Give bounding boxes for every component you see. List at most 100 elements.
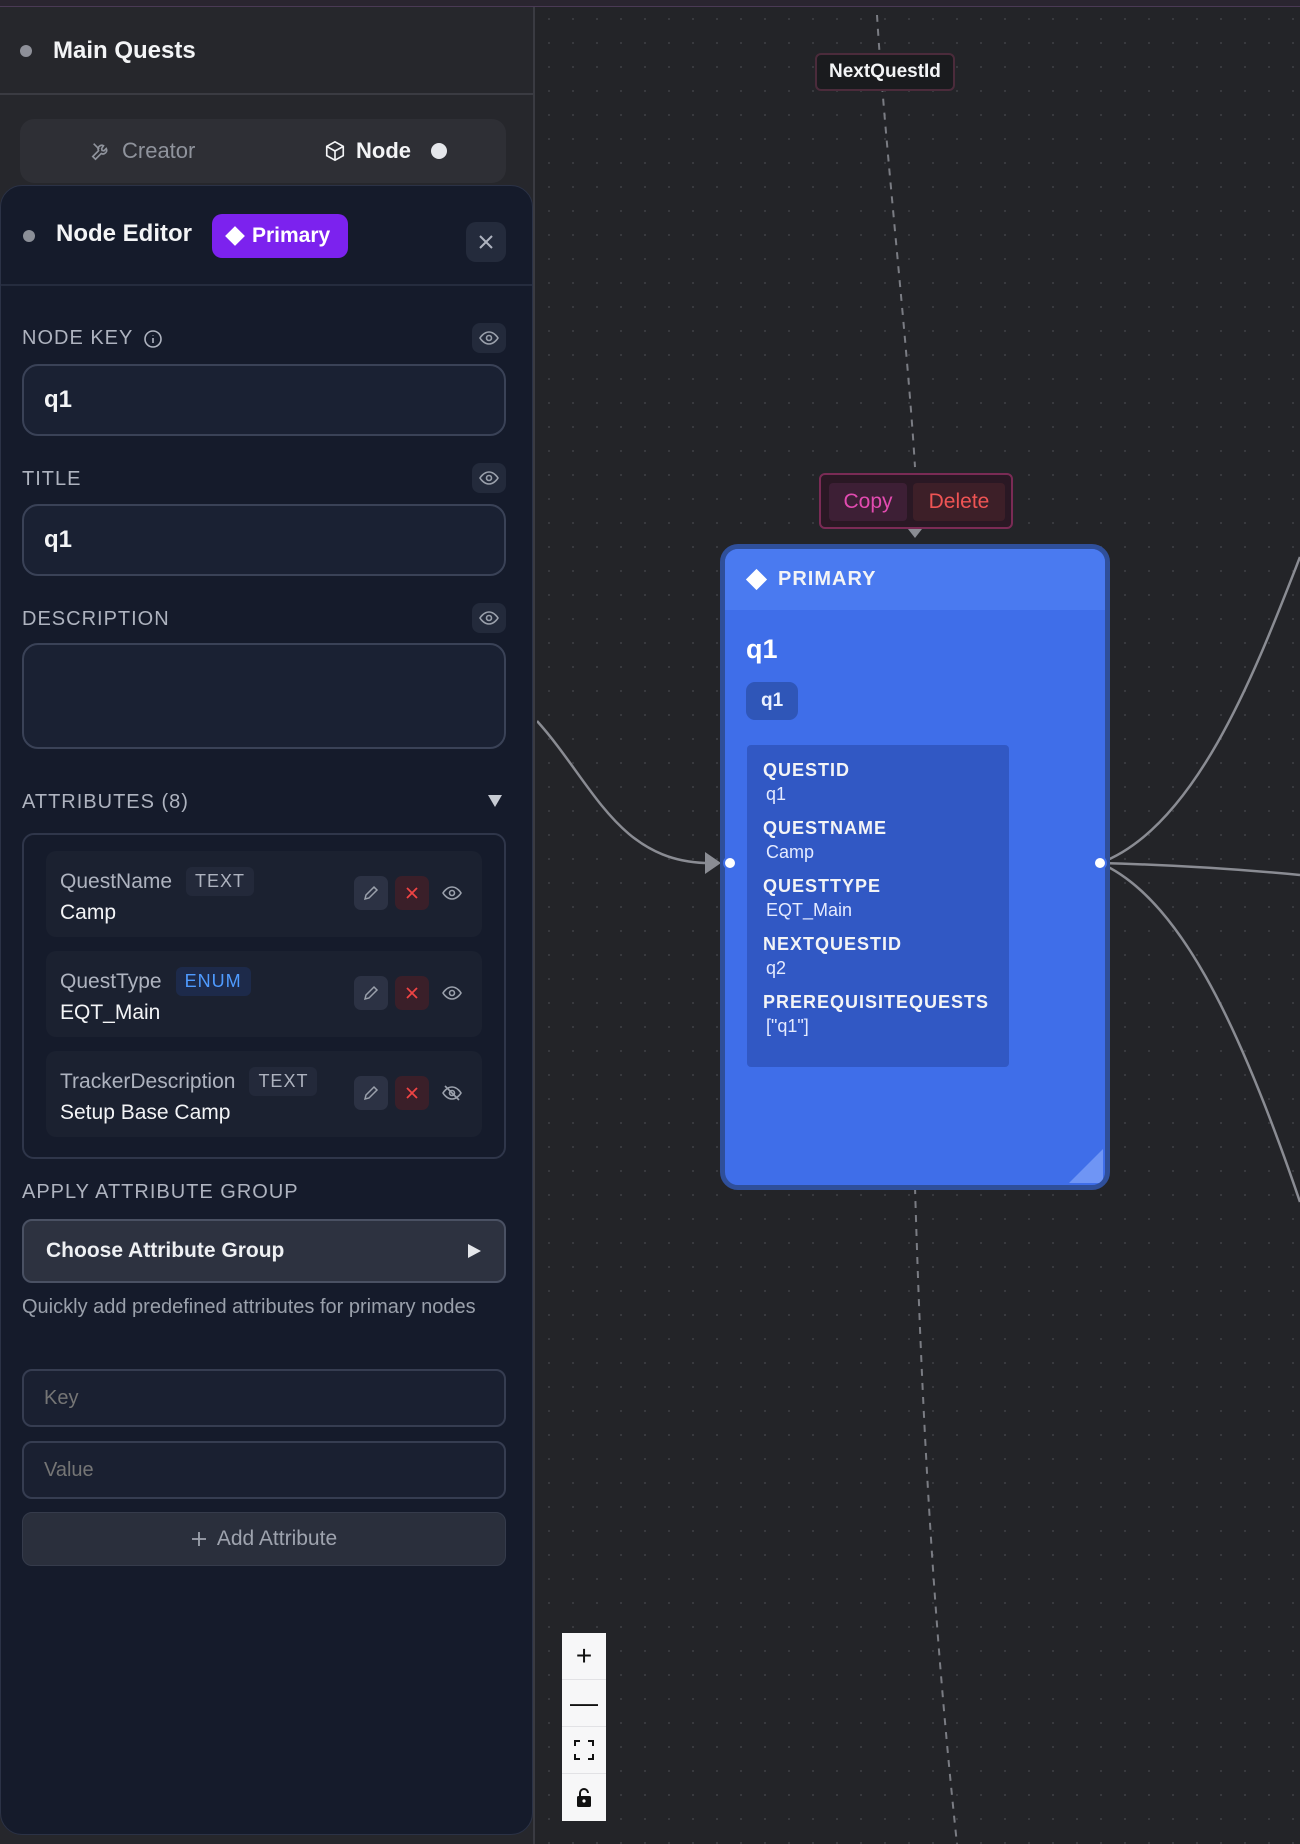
target-handle[interactable] <box>723 856 737 870</box>
edit-attribute-button[interactable] <box>354 1076 388 1110</box>
title-input[interactable]: q1 <box>22 504 506 576</box>
lock-button[interactable] <box>562 1774 606 1821</box>
fit-view-button[interactable] <box>562 1727 606 1774</box>
choose-attribute-group-button[interactable]: Choose Attribute Group <box>22 1219 506 1283</box>
diamond-icon <box>225 226 245 246</box>
close-button[interactable] <box>466 222 506 262</box>
node-attribute-value: q2 <box>766 958 787 978</box>
eye-icon <box>479 471 499 485</box>
attribute-value: EQT_Main <box>60 1001 161 1024</box>
tab-node-label: Node <box>356 138 411 163</box>
title-visibility-toggle[interactable] <box>472 463 506 493</box>
attribute-value: Setup Base Camp <box>60 1101 231 1124</box>
collapse-triangle-icon[interactable] <box>487 794 503 808</box>
close-icon <box>406 987 418 999</box>
copy-node-button[interactable]: Copy <box>829 483 907 521</box>
edge-outgoing-down[interactable] <box>1099 861 1300 1203</box>
choose-group-label: Choose Attribute Group <box>46 1239 285 1262</box>
node-attribute-value: Camp <box>766 842 815 862</box>
zoom-out-button[interactable]: — <box>562 1680 606 1727</box>
tab-node[interactable]: Node <box>324 119 447 183</box>
description-label: DESCRIPTION <box>22 608 170 631</box>
node-attribute: QUESTTYPE EQT_Main <box>763 875 993 923</box>
apply-group-label: APPLY ATTRIBUTE GROUP <box>22 1181 299 1204</box>
flow-canvas[interactable]: NextQuestId Copy Delete PRIMARY q1 q1 QU… <box>537 7 1300 1844</box>
node-key-visibility-toggle[interactable] <box>472 323 506 353</box>
attribute-name-line: QuestType ENUM <box>60 967 251 996</box>
attribute-key-input[interactable] <box>22 1369 506 1427</box>
node-editor-header: Node Editor Primary <box>1 186 532 286</box>
close-icon <box>479 235 493 249</box>
edge-label[interactable]: NextQuestId <box>815 53 955 91</box>
attribute-visibility-toggle[interactable] <box>435 876 469 910</box>
node-editor-title: Node Editor <box>56 220 192 247</box>
close-icon <box>406 1087 418 1099</box>
node-attribute-value: q1 <box>766 784 787 804</box>
edit-attribute-button[interactable] <box>354 876 388 910</box>
attribute-type-tag: TEXT <box>249 1067 318 1096</box>
attribute-value: Camp <box>60 901 117 924</box>
eye-icon <box>479 611 499 625</box>
node-attribute-value: ["q1"] <box>766 1016 809 1036</box>
active-indicator <box>431 143 447 159</box>
node-attribute-key: QUESTID <box>763 760 851 780</box>
tab-bar: Creator Node <box>20 119 506 183</box>
node-attribute: NEXTQUESTID q2 <box>763 933 993 981</box>
attribute-row: QuestType ENUM EQT_Main <box>46 951 482 1037</box>
node-attribute: PREREQUISITEQUESTS ["q1"] <box>763 991 993 1039</box>
attribute-name: QuestName <box>60 869 173 893</box>
zoom-controls: + — <box>562 1633 606 1821</box>
node-attribute-value: EQT_Main <box>766 900 853 920</box>
attribute-row: TrackerDescription TEXT Setup Base Camp <box>46 1051 482 1137</box>
group-hint-text: Quickly add predefined attributes for pr… <box>22 1296 476 1318</box>
attribute-visibility-toggle[interactable] <box>435 1076 469 1110</box>
resize-handle[interactable] <box>1069 1149 1103 1183</box>
edge-outgoing-up[interactable] <box>1099 556 1300 865</box>
edge-incoming[interactable] <box>537 720 706 865</box>
delete-attribute-button[interactable] <box>395 876 429 910</box>
description-textarea[interactable] <box>22 643 506 749</box>
delete-attribute-button[interactable] <box>395 1076 429 1110</box>
node-type-label: PRIMARY <box>778 568 877 590</box>
play-triangle-icon <box>468 1244 481 1258</box>
attribute-value-input[interactable] <box>22 1441 506 1499</box>
node-key-label-text: NODE KEY <box>22 327 134 349</box>
attribute-visibility-toggle[interactable] <box>435 976 469 1010</box>
node-header: PRIMARY <box>725 549 1105 610</box>
eye-icon <box>479 331 499 345</box>
zoom-in-button[interactable]: + <box>562 1633 606 1680</box>
status-dot <box>20 45 32 57</box>
tab-creator[interactable]: Creator <box>90 119 195 183</box>
add-attribute-button[interactable]: Add Attribute <box>22 1512 506 1566</box>
pencil-icon <box>363 885 379 901</box>
node-toolbar: Copy Delete <box>819 473 1013 529</box>
node-editor-panel: Node Editor Primary NODE KEY q1 TITLE q1 <box>0 185 533 1835</box>
eye-off-icon <box>442 1085 462 1101</box>
attribute-name: QuestType <box>60 969 162 993</box>
attribute-name-line: TrackerDescription TEXT <box>60 1067 318 1096</box>
delete-node-button[interactable]: Delete <box>913 483 1005 521</box>
edge-outgoing-right[interactable] <box>1099 861 1300 877</box>
pencil-icon <box>363 1085 379 1101</box>
node-attribute: QUESTID q1 <box>763 759 993 807</box>
quest-node-q1[interactable]: PRIMARY q1 q1 QUESTID q1 QUESTNAME Camp … <box>720 544 1110 1190</box>
cube-icon <box>325 140 345 162</box>
source-handle[interactable] <box>1093 856 1107 870</box>
edge-next-quest-outgoing[interactable] <box>914 1186 958 1844</box>
description-visibility-toggle[interactable] <box>472 603 506 633</box>
plus-icon <box>191 1532 206 1546</box>
delete-attribute-button[interactable] <box>395 976 429 1010</box>
description-label-text: DESCRIPTION <box>22 608 170 630</box>
node-attributes: QUESTID q1 QUESTNAME Camp QUESTTYPE EQT_… <box>747 745 1009 1067</box>
lock-icon <box>577 1787 591 1807</box>
node-key-label: NODE KEY <box>22 327 163 350</box>
fit-view-icon <box>574 1740 594 1760</box>
tab-creator-label: Creator <box>122 138 196 163</box>
edit-attribute-button[interactable] <box>354 976 388 1010</box>
project-title: Main Quests <box>53 37 196 64</box>
info-icon <box>144 329 163 348</box>
attribute-type-tag: TEXT <box>186 867 255 896</box>
attribute-name-line: QuestName TEXT <box>60 867 255 896</box>
node-key-input[interactable]: q1 <box>22 364 506 436</box>
node-attribute: QUESTNAME Camp <box>763 817 993 865</box>
